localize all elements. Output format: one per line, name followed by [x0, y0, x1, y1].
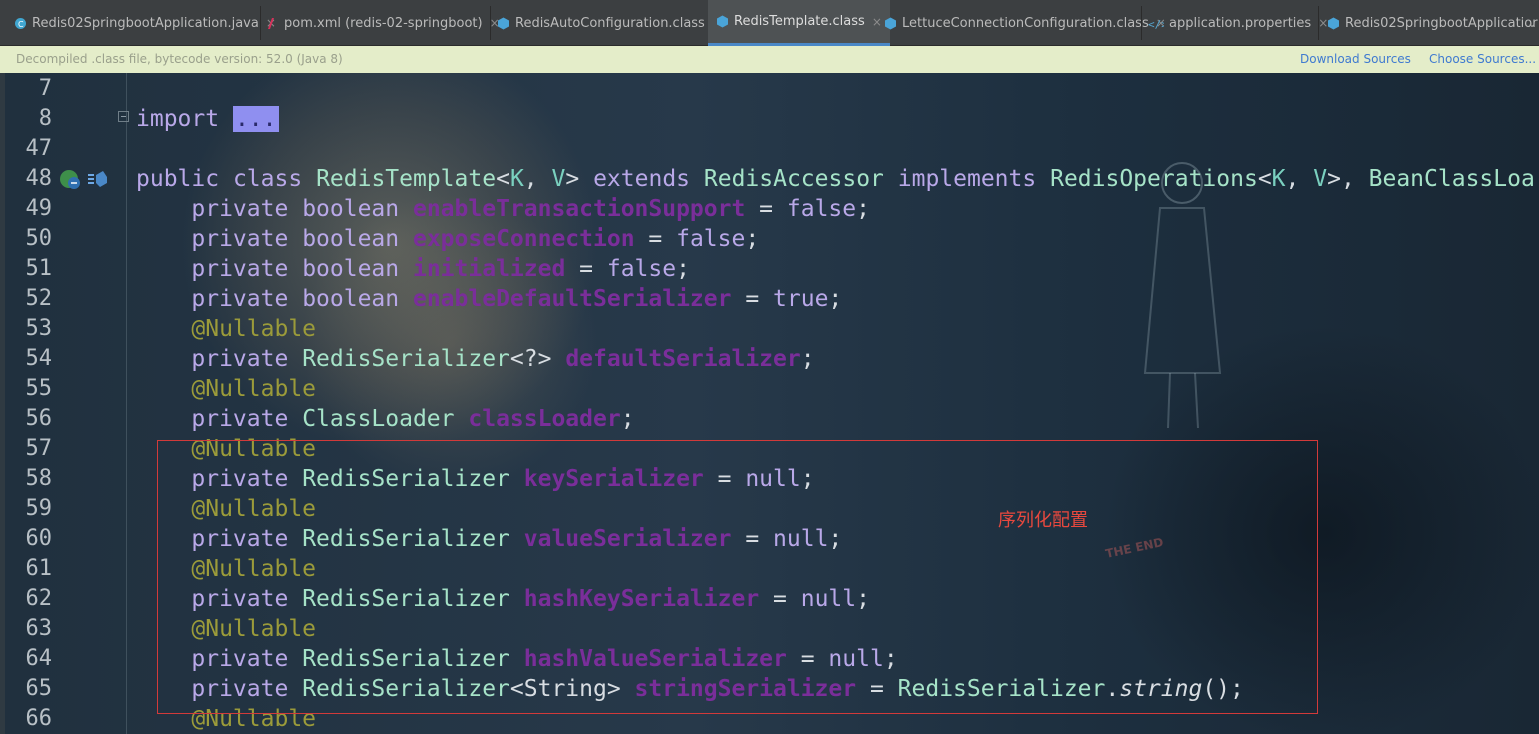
line-number: 62	[25, 586, 53, 611]
tab-redis02-springboot-application[interactable]: C Redis02SpringbootApplication.java ×	[14, 0, 276, 46]
class-file-icon	[885, 17, 896, 29]
line-number: 66	[25, 706, 53, 731]
line-number: 63	[25, 616, 53, 641]
annotation-label: 序列化配置	[998, 510, 1088, 531]
code-text: private boolean exposeConnection = false…	[191, 226, 760, 252]
tab-redis-auto-configuration[interactable]: RedisAutoConfiguration.class ×	[497, 0, 722, 46]
download-sources-link[interactable]: Download Sources	[1300, 52, 1411, 66]
tab-separator	[1318, 6, 1319, 40]
code-line: 51 private boolean initialized = false;	[0, 254, 1539, 284]
line-number: 50	[25, 226, 53, 251]
highlight-box	[157, 440, 1318, 714]
code-line: 48 public class RedisTemplate<K, V> exte…	[0, 164, 1539, 194]
tab-lettuce-connection-configuration[interactable]: LettuceConnectionConfiguration.class ×	[884, 0, 1166, 46]
code-line: 7	[0, 74, 1539, 104]
class-file-icon	[717, 15, 728, 28]
banner-message: Decompiled .class file, bytecode version…	[16, 52, 343, 66]
svg-text:C: C	[18, 20, 24, 29]
line-number: 64	[25, 646, 53, 671]
tab-label: Redis02SpringbootApplicatior	[1345, 15, 1538, 31]
choose-sources-link[interactable]: Choose Sources...	[1429, 52, 1536, 66]
tab-label: application.properties	[1169, 15, 1312, 31]
tab-redis02-springboot-application-class[interactable]: Redis02SpringbootApplicatior	[1327, 0, 1538, 46]
java-class-icon: C	[15, 17, 26, 29]
tab-label: LettuceConnectionConfiguration.class	[902, 15, 1149, 31]
class-file-icon	[498, 17, 509, 29]
line-number: 60	[25, 526, 53, 551]
line-number: 48	[25, 166, 53, 191]
line-number: 58	[25, 466, 53, 491]
code-text: private ClassLoader classLoader;	[191, 406, 635, 432]
code-text: private RedisSerializer<?> defaultSerial…	[191, 346, 815, 372]
code-text: private boolean initialized = false;	[191, 256, 690, 282]
tab-separator	[490, 6, 491, 40]
line-number: 59	[25, 496, 53, 521]
tab-label: Redis02SpringbootApplication.java	[32, 15, 259, 31]
line-number: 56	[25, 406, 53, 431]
editor-tab-bar: C Redis02SpringbootApplication.java × po…	[0, 0, 1539, 46]
line-number: 8	[38, 106, 52, 131]
code-text: @Nullable	[191, 316, 317, 342]
properties-icon: </>	[1148, 18, 1164, 30]
line-number: 7	[38, 76, 52, 101]
tab-label: RedisTemplate.class	[734, 14, 865, 29]
code-line: 8 import ...	[0, 104, 1539, 134]
code-text: import ...	[136, 106, 279, 132]
maven-icon	[268, 17, 274, 29]
close-icon[interactable]: ×	[872, 15, 882, 29]
code-text: private boolean enableDefaultSerializer …	[191, 286, 843, 312]
code-text: private boolean enableTransactionSupport…	[191, 196, 870, 222]
tab-separator	[260, 6, 261, 40]
tab-application-properties[interactable]: </> application.properties ×	[1148, 0, 1328, 46]
line-number: 51	[25, 256, 53, 281]
line-number: 49	[25, 196, 53, 221]
code-editor[interactable]: 7 8 import ... 47 48 public class RedisT…	[0, 73, 1539, 734]
folded-imports[interactable]: ...	[232, 106, 279, 132]
code-text: @Nullable	[191, 376, 317, 402]
overrides-gutter-icon[interactable]	[86, 169, 108, 191]
code-line: 50 private boolean exposeConnection = fa…	[0, 224, 1539, 254]
class-file-icon	[1328, 17, 1339, 29]
tab-redis-template[interactable]: RedisTemplate.class ×	[708, 0, 890, 46]
line-number: 55	[25, 376, 53, 401]
code-text: public class RedisTemplate<K, V> extends…	[136, 166, 1535, 192]
code-line: 54 private RedisSerializer<?> defaultSer…	[0, 344, 1539, 374]
line-number: 65	[25, 676, 53, 701]
tab-label: pom.xml (redis-02-springboot)	[284, 15, 483, 31]
chevron-down-icon[interactable]: ⌄	[1525, 0, 1539, 46]
code-line: 52 private boolean enableDefaultSerializ…	[0, 284, 1539, 314]
line-number: 47	[25, 136, 53, 161]
svg-text:</>: </>	[1148, 18, 1164, 30]
code-line: 49 private boolean enableTransactionSupp…	[0, 194, 1539, 224]
code-line: 47	[0, 134, 1539, 164]
line-number: 52	[25, 286, 53, 311]
code-line: 56 private ClassLoader classLoader;	[0, 404, 1539, 434]
tab-label: RedisAutoConfiguration.class	[515, 15, 705, 31]
code-line: 55 @Nullable	[0, 374, 1539, 404]
code-line: 53 @Nullable	[0, 314, 1539, 344]
tab-separator	[1141, 6, 1142, 40]
tab-pom-xml[interactable]: pom.xml (redis-02-springboot) ×	[266, 0, 500, 46]
line-number: 54	[25, 346, 53, 371]
line-number: 53	[25, 316, 53, 341]
implements-gutter-icon[interactable]	[59, 169, 81, 191]
line-number: 57	[25, 436, 53, 461]
line-number: 61	[25, 556, 53, 581]
decompiled-banner: Decompiled .class file, bytecode version…	[0, 46, 1539, 73]
